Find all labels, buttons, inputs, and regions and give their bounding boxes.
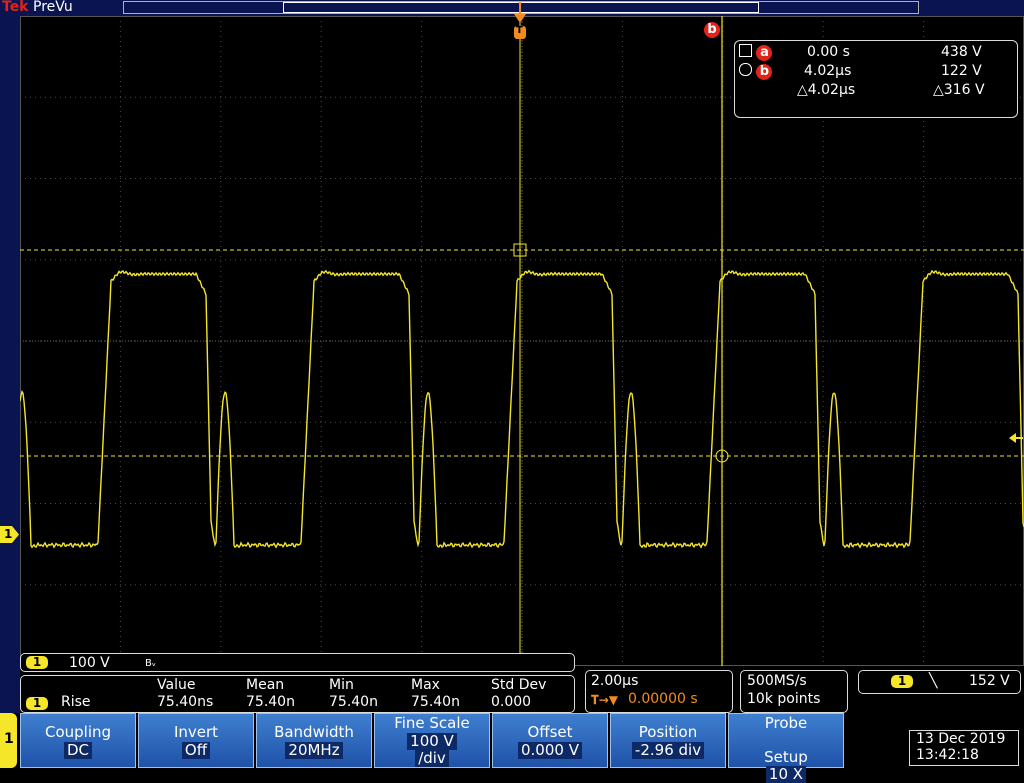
horizontal-timebase-panel[interactable]: 2.00µs 𝐓→▼ 0.00000 s (585, 670, 733, 713)
trigger-level: 152 V (969, 673, 1010, 689)
cursor-readout-panel: a 0.00 s 438 V b 4.02µs 122 V △4.02µs △3… (734, 40, 1018, 118)
channel-1-scale: 100 V (69, 655, 110, 671)
bandwidth-title: Bandwidth (274, 723, 354, 741)
position-title: Position (638, 723, 698, 741)
cursor-b-time: 4.02µs (804, 63, 852, 79)
measurement-mean: 75.40n (246, 694, 295, 710)
bandwidth-value: 20MHz (285, 742, 343, 759)
coupling-button[interactable]: Coupling DC (20, 713, 136, 768)
cursor-a-time: 0.00 s (807, 44, 850, 60)
measurement-header-min: Min (329, 677, 354, 693)
cursor-delta-time: △4.02µs (797, 82, 856, 98)
acquisition-mode-label: PreVu (33, 0, 73, 15)
probe-setup-value: 10 X (765, 766, 807, 783)
measurement-header-max: Max (411, 677, 440, 693)
record-length: 10k points (747, 691, 821, 707)
cursor-a-square-icon (739, 44, 752, 57)
sample-rate: 500MS/s (747, 673, 807, 689)
measurement-header-mean: Mean (246, 677, 285, 693)
trigger-level-arrow-icon[interactable] (1009, 429, 1023, 443)
brand-logo: Tek (2, 0, 29, 15)
date: 13 Dec 2019 (916, 731, 1006, 747)
position-value: -2.96 div (631, 742, 705, 759)
trigger-source-badge: 1 (891, 675, 913, 688)
cursor-b-value: 122 V (941, 63, 982, 79)
time-per-div: 2.00µs (591, 673, 639, 689)
probe-setup-button[interactable]: Probe Setup 10 X (728, 713, 844, 783)
bottom-softkey-menu: Coupling DC Invert Off Bandwidth 20MHz F… (20, 713, 904, 783)
channel-status-bar[interactable]: 1 100 V Bᵥ (20, 653, 575, 672)
channel-1-badge: 1 (26, 656, 48, 669)
invert-value: Off (181, 742, 211, 759)
cursor-b-top-badge[interactable]: b (704, 22, 720, 38)
offset-button[interactable]: Offset 0.000 V (492, 713, 608, 768)
measurement-header-std-dev: Std Dev (491, 677, 547, 693)
cursor-b-circle-icon (739, 63, 752, 76)
fine-scale-title: Fine Scale (394, 714, 470, 732)
coupling-value: DC (63, 742, 93, 759)
measurement-name: Rise (61, 694, 91, 710)
bandwidth-button[interactable]: Bandwidth 20MHz (256, 713, 372, 768)
trigger-position-marker[interactable]: T (513, 2, 527, 40)
coupling-title: Coupling (44, 723, 112, 741)
bandwidth-limit-icon: Bᵥ (145, 658, 157, 669)
trigger-slope-icon: ╲ (929, 673, 938, 689)
date-time-display: 13 Dec 2019 13:42:18 (909, 730, 1019, 766)
time: 13:42:18 (916, 747, 979, 763)
channel-1-ground-marker[interactable]: 1 (0, 526, 19, 543)
invert-button[interactable]: Invert Off (138, 713, 254, 768)
measurement-panel[interactable]: Value Mean Min Max Std Dev 1 Rise 75.40n… (20, 675, 575, 713)
offset-title: Offset (527, 723, 573, 741)
acquisition-panel[interactable]: 500MS/s 10k points (740, 670, 848, 713)
probe-setup-title-2: Setup (764, 748, 808, 766)
cursor-a-value: 438 V (941, 44, 982, 60)
trigger-readout-panel[interactable]: 1 ╲ 152 V (858, 670, 1021, 694)
cursor-a-badge: a (756, 45, 773, 61)
probe-setup-title: Probe (764, 714, 808, 732)
channel-menu-tab-label: 1 (4, 731, 14, 747)
measurement-channel-badge: 1 (26, 697, 48, 710)
trigger-delay-icon: 𝐓→▼ (591, 693, 619, 707)
cursor-delta-value: △316 V (933, 82, 985, 98)
trigger-delay-value: 0.00000 s (628, 691, 698, 707)
fine-scale-value: 100 V (407, 733, 457, 750)
left-edge-strip (0, 16, 20, 713)
cursor-b-badge: b (756, 64, 773, 80)
offset-value: 0.000 V (518, 742, 582, 759)
measurement-min: 75.40n (329, 694, 378, 710)
position-button[interactable]: Position -2.96 div (610, 713, 726, 768)
measurement-max: 75.40n (411, 694, 460, 710)
ground-marker-label: 1 (4, 527, 13, 541)
measurement-std-dev: 0.000 (491, 694, 532, 710)
fine-scale-unit: /div (415, 750, 449, 767)
fine-scale-button[interactable]: Fine Scale 100 V /div (374, 713, 490, 768)
invert-title: Invert (173, 723, 219, 741)
measurement-value: 75.40ns (157, 694, 214, 710)
measurement-header-value: Value (157, 677, 196, 693)
trigger-marker-label: T (516, 25, 523, 36)
channel-menu-tab[interactable]: 1 (0, 713, 17, 768)
